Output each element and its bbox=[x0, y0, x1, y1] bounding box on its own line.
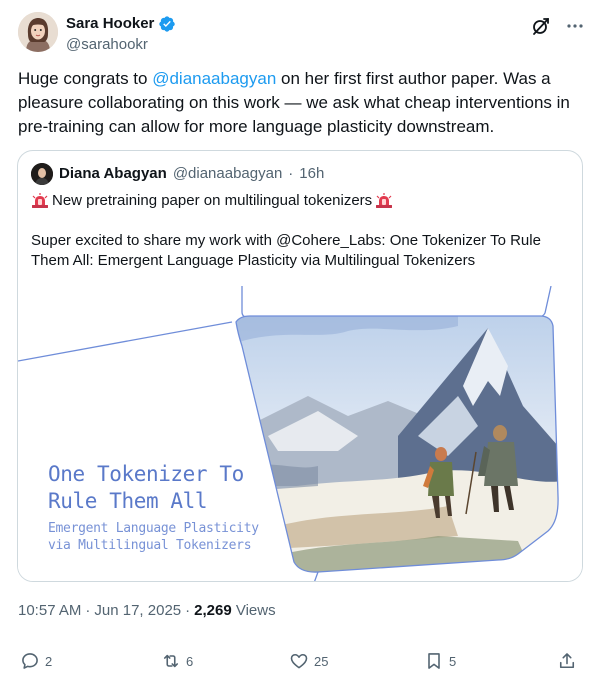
mention-link[interactable]: @dianaabagyan bbox=[152, 69, 276, 88]
image-title-line-1: One Tokenizer To bbox=[48, 462, 244, 486]
image-subtitle-line-1: Emergent Language Plasticity bbox=[48, 521, 259, 536]
quoted-text: New pretraining paper on multilingual to… bbox=[31, 191, 571, 271]
reply-icon bbox=[22, 653, 38, 669]
verified-badge-icon bbox=[159, 16, 176, 32]
display-name[interactable]: Sara Hooker bbox=[66, 14, 154, 34]
share-icon bbox=[559, 653, 575, 669]
like-count: 25 bbox=[314, 653, 329, 669]
quoted-tweet[interactable]: Diana Abagyan @dianaabagyan · 16h New pr… bbox=[17, 150, 583, 582]
post-date[interactable]: Jun 17, 2025 bbox=[94, 601, 181, 621]
quoted-display-name[interactable]: Diana Abagyan bbox=[59, 164, 167, 184]
header-actions bbox=[531, 16, 585, 36]
heart-icon bbox=[290, 653, 308, 669]
reply-count: 2 bbox=[45, 653, 53, 669]
handle[interactable]: @sarahookr bbox=[66, 35, 176, 55]
more-icon[interactable] bbox=[565, 16, 585, 36]
share-button[interactable] bbox=[557, 651, 577, 671]
quoted-avatar-portrait-icon bbox=[31, 163, 53, 185]
avatar-illustration-icon bbox=[18, 12, 58, 52]
quoted-handle[interactable]: @dianaabagyan bbox=[173, 164, 282, 184]
quoted-tweet-header: Diana Abagyan @dianaabagyan · 16h bbox=[31, 163, 324, 185]
siren-icon bbox=[376, 193, 393, 208]
image-title: One Tokenizer To Rule Them All bbox=[48, 461, 244, 515]
tweet-text-intro: Huge congrats to bbox=[18, 69, 153, 88]
like-button[interactable]: 25 bbox=[289, 651, 328, 671]
tweet-header: Sara Hooker @sarahookr bbox=[18, 12, 585, 56]
meta-separator: · bbox=[85, 602, 91, 619]
quoted-line-2: Super excited to share my work with @Coh… bbox=[31, 232, 541, 269]
grok-icon[interactable] bbox=[531, 16, 551, 36]
bookmark-button[interactable]: 5 bbox=[424, 651, 456, 671]
tweet-meta: 10:57 AM · Jun 17, 2025 · 2,269 Views bbox=[18, 601, 276, 621]
avatar[interactable] bbox=[18, 12, 58, 52]
action-bar: 2 6 25 5 bbox=[20, 651, 581, 673]
tweet-text: Huge congrats to @dianaabagyan on her fi… bbox=[18, 67, 583, 139]
post-time[interactable]: 10:57 AM bbox=[18, 601, 81, 621]
repost-count: 6 bbox=[186, 653, 194, 669]
views-count: 2,269 bbox=[194, 602, 232, 619]
views-label: Views bbox=[235, 602, 276, 619]
reply-button[interactable]: 2 bbox=[20, 651, 52, 671]
quoted-line-1: New pretraining paper on multilingual to… bbox=[52, 192, 373, 209]
repost-button[interactable]: 6 bbox=[161, 651, 193, 671]
image-subtitle: Emergent Language Plasticity via Multili… bbox=[48, 520, 259, 554]
meta-separator: · bbox=[185, 602, 191, 619]
quoted-avatar[interactable] bbox=[31, 163, 53, 185]
image-subtitle-line-2: via Multilingual Tokenizers bbox=[48, 538, 252, 553]
separator-dot: · bbox=[288, 165, 294, 182]
bookmark-icon bbox=[428, 653, 440, 669]
repost-icon bbox=[163, 654, 179, 668]
bookmark-count: 5 bbox=[449, 653, 457, 669]
author-info: Sara Hooker @sarahookr bbox=[66, 14, 176, 55]
image-title-line-2: Rule Them All bbox=[48, 489, 208, 513]
siren-icon bbox=[32, 193, 48, 208]
quoted-time[interactable]: 16h bbox=[299, 164, 324, 184]
